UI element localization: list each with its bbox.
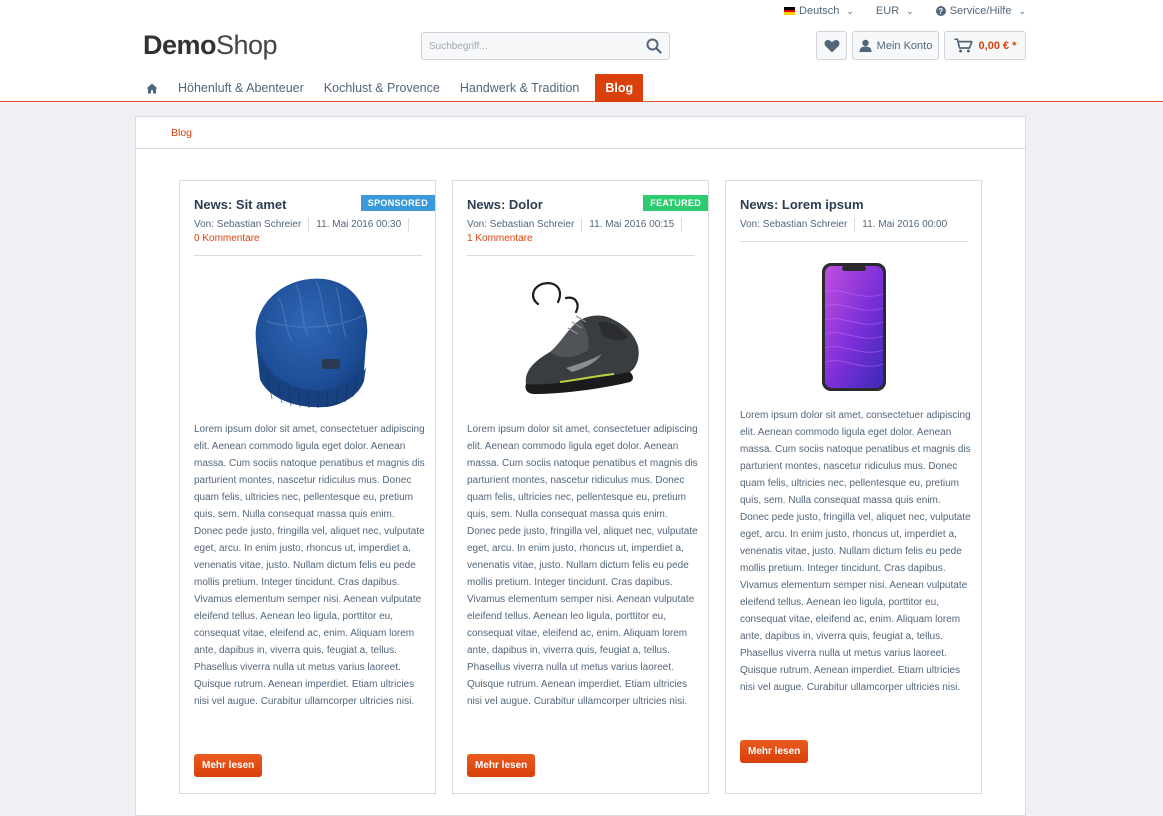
search-icon bbox=[646, 38, 662, 54]
search-input[interactable] bbox=[422, 40, 639, 52]
post-excerpt: Lorem ipsum dolor sit amet, consectetuer… bbox=[194, 424, 425, 707]
sponsored-badge: SPONSORED bbox=[360, 195, 435, 211]
post-title[interactable]: News: Lorem ipsum bbox=[740, 197, 864, 212]
nav-blog[interactable]: Blog bbox=[595, 74, 644, 102]
service-label: Service/Hilfe bbox=[949, 5, 1012, 17]
post-date: 11. Mai 2016 00:15 bbox=[589, 219, 675, 230]
nav-home[interactable] bbox=[140, 74, 168, 102]
card-divider bbox=[467, 255, 695, 256]
chevron-down-icon: ⌄ bbox=[906, 5, 914, 16]
cart-icon bbox=[954, 38, 973, 53]
post-author: Von: Sebastian Schreier bbox=[740, 219, 848, 230]
read-more-button[interactable]: Mehr lesen bbox=[740, 740, 809, 763]
post-excerpt: Lorem ipsum dolor sit amet, consectetuer… bbox=[740, 410, 971, 693]
search-box bbox=[421, 32, 670, 60]
logo-part-1: Demo bbox=[143, 30, 217, 60]
post-title[interactable]: News: Sit amet bbox=[194, 197, 286, 212]
wishlist-button[interactable] bbox=[816, 31, 847, 60]
logo-part-2: Shop bbox=[216, 30, 278, 60]
chevron-down-icon: ⌄ bbox=[1018, 5, 1026, 16]
meta-divider bbox=[408, 218, 410, 232]
card-divider bbox=[740, 241, 968, 242]
post-author: Von: Sebastian Schreier bbox=[467, 219, 575, 230]
blog-card: News: Sit amet SPONSORED Von: Sebastian … bbox=[179, 180, 436, 794]
language-switcher[interactable]: Deutsch ⌄ bbox=[784, 5, 854, 17]
blog-content: Blog News: Sit amet SPONSORED Von: Sebas… bbox=[135, 116, 1026, 816]
site-header: Deutsch ⌄ EUR ⌄ ? Service/Hilfe ⌄ DemoSh… bbox=[0, 0, 1163, 102]
read-more-button[interactable]: Mehr lesen bbox=[467, 754, 536, 777]
post-meta: Von: Sebastian Schreier 11. Mai 2016 00:… bbox=[467, 218, 695, 246]
post-comments-link[interactable]: 1 Kommentare bbox=[467, 232, 695, 246]
account-label: Mein Konto bbox=[876, 39, 933, 52]
top-bar: Deutsch ⌄ EUR ⌄ ? Service/Hilfe ⌄ bbox=[784, 5, 1026, 17]
nav-hoehenluft[interactable]: Höhenluft & Abenteuer bbox=[168, 74, 314, 102]
post-date: 11. Mai 2016 00:30 bbox=[316, 219, 402, 230]
search-button[interactable] bbox=[639, 33, 669, 59]
account-button[interactable]: Mein Konto bbox=[852, 31, 939, 60]
blog-card: News: Lorem ipsum Von: Sebastian Schreie… bbox=[725, 180, 982, 794]
shop-logo[interactable]: DemoShop bbox=[143, 30, 278, 61]
chevron-down-icon: ⌄ bbox=[846, 5, 854, 16]
german-flag-icon bbox=[784, 7, 796, 16]
main-navigation: Höhenluft & Abenteuer Kochlust & Provenc… bbox=[140, 74, 644, 102]
post-excerpt: Lorem ipsum dolor sit amet, consectetuer… bbox=[467, 424, 698, 707]
post-meta: Von: Sebastian Schreier 11. Mai 2016 00:… bbox=[194, 218, 422, 246]
read-more-button[interactable]: Mehr lesen bbox=[194, 754, 263, 777]
sneaker-image[interactable] bbox=[467, 273, 695, 403]
nav-handwerk[interactable]: Handwerk & Tradition bbox=[450, 74, 590, 102]
cart-total: 0,00 € * bbox=[978, 39, 1017, 52]
smartphone-image[interactable] bbox=[740, 261, 968, 393]
heart-icon bbox=[824, 39, 839, 52]
post-comments-link[interactable]: 0 Kommentare bbox=[194, 232, 422, 246]
meta-divider bbox=[854, 218, 856, 232]
nav-kochlust[interactable]: Kochlust & Provence bbox=[314, 74, 450, 102]
meta-divider bbox=[308, 218, 310, 232]
post-meta: Von: Sebastian Schreier 11. Mai 2016 00:… bbox=[740, 218, 968, 232]
meta-divider bbox=[581, 218, 583, 232]
service-menu[interactable]: ? Service/Hilfe ⌄ bbox=[935, 5, 1026, 17]
language-label: Deutsch bbox=[799, 5, 840, 17]
cart-button[interactable]: 0,00 € * bbox=[944, 31, 1026, 60]
breadcrumb: Blog bbox=[136, 117, 1025, 149]
post-date: 11. Mai 2016 00:00 bbox=[862, 219, 948, 230]
blog-card: News: Dolor FEATURED Von: Sebastian Schr… bbox=[452, 180, 709, 794]
home-icon bbox=[146, 83, 158, 93]
currency-label: EUR bbox=[875, 5, 900, 17]
card-divider bbox=[194, 255, 422, 256]
help-icon: ? bbox=[935, 6, 946, 16]
meta-divider bbox=[681, 218, 683, 232]
beanie-hat-image[interactable] bbox=[194, 269, 422, 413]
featured-badge: FEATURED bbox=[643, 195, 708, 211]
breadcrumb-blog[interactable]: Blog bbox=[171, 127, 192, 139]
post-title[interactable]: News: Dolor bbox=[467, 197, 543, 212]
currency-switcher[interactable]: EUR ⌄ bbox=[876, 5, 914, 17]
post-author: Von: Sebastian Schreier bbox=[194, 219, 302, 230]
user-icon bbox=[859, 39, 872, 52]
